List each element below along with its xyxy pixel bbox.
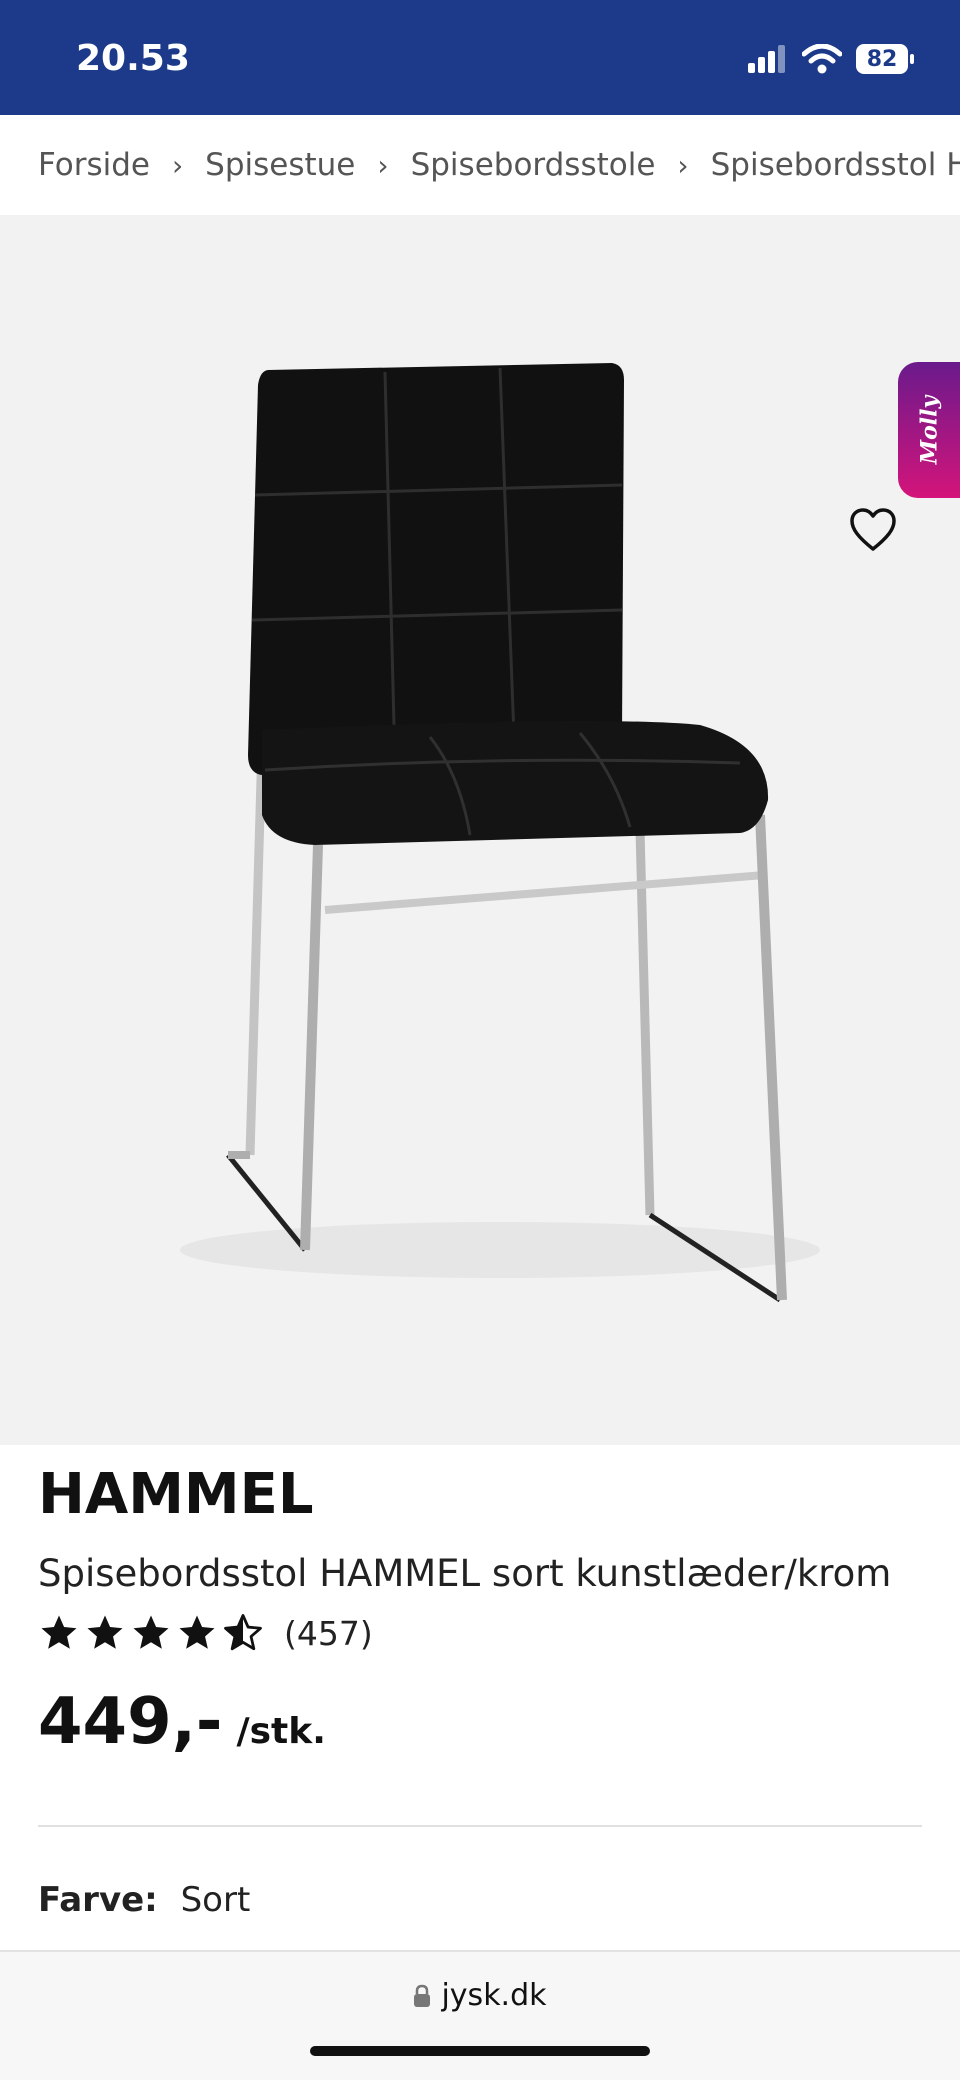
product-image xyxy=(180,363,820,1303)
breadcrumb: Forside › Spisestue › Spisebordsstole › … xyxy=(0,115,960,215)
price-unit: /stk. xyxy=(236,1711,326,1752)
lock-icon xyxy=(414,1984,431,2007)
product-gallery[interactable] xyxy=(0,215,960,1445)
signal-icon xyxy=(748,45,785,73)
chevron-right-icon: › xyxy=(677,148,689,182)
status-time: 20.53 xyxy=(76,38,190,79)
browser-bottom-bar: jysk.dk xyxy=(0,1950,960,2080)
star-full-icon xyxy=(179,1615,215,1649)
star-full-icon xyxy=(133,1615,169,1649)
product-rating[interactable]: (457) xyxy=(38,1612,373,1654)
status-icons: 82 xyxy=(748,44,914,74)
breadcrumb-current: Spisebordsstol HAMMEL xyxy=(710,147,960,183)
chevron-right-icon: › xyxy=(171,148,184,182)
status-bar: 20.53 82 xyxy=(0,0,960,115)
review-count[interactable]: (457) xyxy=(284,1614,373,1653)
rating-stars xyxy=(38,1612,264,1654)
wifi-icon xyxy=(802,44,842,74)
star-full-icon xyxy=(41,1615,77,1649)
color-value: Sort xyxy=(180,1880,251,1920)
product-brand: HAMMEL xyxy=(38,1462,314,1527)
breadcrumb-spisestue[interactable]: Spisestue xyxy=(205,147,355,183)
product-price: 449,- /stk. xyxy=(38,1685,326,1759)
divider xyxy=(38,1825,922,1827)
star-half-icon xyxy=(224,1614,262,1651)
home-indicator xyxy=(310,2046,650,2056)
chat-assistant-label: Molly xyxy=(916,395,942,465)
color-selector[interactable]: Farve: Sort xyxy=(38,1880,250,1920)
price-value: 449,- xyxy=(38,1685,223,1759)
battery-indicator: 82 xyxy=(856,44,914,74)
chat-assistant-tab[interactable]: Molly xyxy=(898,362,960,498)
color-label: Farve: xyxy=(38,1880,158,1920)
address-bar[interactable]: jysk.dk xyxy=(0,1978,960,2013)
chevron-right-icon: › xyxy=(377,148,389,182)
breadcrumb-forside[interactable]: Forside xyxy=(38,147,150,183)
url-text: jysk.dk xyxy=(441,1978,547,2013)
heart-icon[interactable] xyxy=(848,505,898,555)
breadcrumb-spisebordsstole[interactable]: Spisebordsstole xyxy=(411,147,656,183)
product-name: Spisebordsstol HAMMEL sort kunstlæder/kr… xyxy=(38,1552,892,1595)
star-full-icon xyxy=(87,1615,123,1649)
